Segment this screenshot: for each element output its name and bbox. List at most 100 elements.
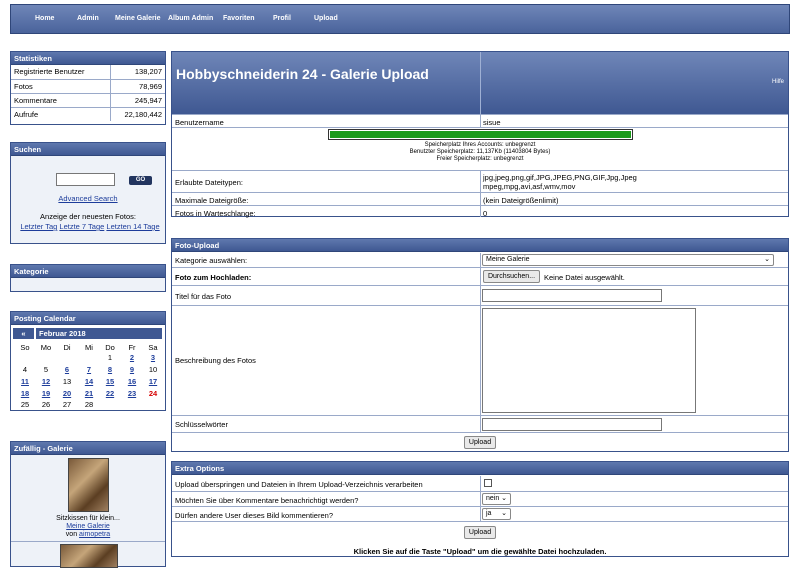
option-notify-value: nein [486,495,500,502]
calendar-day-link[interactable]: 22 [102,389,118,398]
calendar-day-link[interactable]: 20 [59,389,75,398]
divider [480,306,481,415]
photo-title-input[interactable] [482,289,662,302]
category-panel: Kategorie [10,264,166,292]
search-go-button[interactable]: GO [129,176,152,185]
quota-free: Freier Speicherplatz: unbegrenzt [436,156,524,162]
random-gallery-title: Zufällig - Galerie [11,442,165,455]
search-title: Suchen [11,143,165,156]
divider [480,206,481,217]
option-skip-checkbox[interactable] [484,479,492,487]
help-link[interactable]: Hilfe [772,79,784,85]
top-navigation: Home Admin Meine Galerie Album Admin Fav… [10,4,790,34]
chevron-down-icon: ⌄ [764,256,770,263]
random-photo-caption: Sitzkissen für klein... [56,515,120,522]
divider [480,253,481,267]
random-photo-album-link[interactable]: Meine Galerie [66,523,110,530]
nav-meine-galerie[interactable]: Meine Galerie [115,15,161,22]
calendar-day-link[interactable]: 11 [17,377,33,386]
queue-value: 0 [483,209,488,218]
filetypes-row: Erlaubte Dateitypen: jpg,jpeg,png,gif,JP… [172,170,788,192]
search-input[interactable] [56,173,115,186]
weekday: Do [105,343,115,352]
category-select[interactable]: Meine Galerie ⌄ [482,254,774,266]
nav-admin[interactable]: Admin [77,15,99,22]
stat-value: 138,207 [109,65,165,79]
extra-upload-row: Upload [172,521,788,541]
nav-home[interactable]: Home [35,15,54,22]
calendar-day-link[interactable]: 18 [17,389,33,398]
calendar-day-link[interactable]: 12 [38,377,54,386]
calendar-day: 25 [20,400,30,409]
calendar-day-link[interactable]: 3 [145,353,161,362]
calendar-day-link[interactable]: 17 [145,377,161,386]
photo-upload-panel: Foto-Upload Kategorie auswählen: Meine G… [171,238,789,452]
username-label: Benutzername [175,118,224,127]
calendar-day-link[interactable]: 8 [102,365,118,374]
photo-upload-title: Foto-Upload [172,239,788,252]
description-textarea[interactable] [482,308,696,413]
option-comments-value: ja [486,510,492,517]
calendar-day-link[interactable]: 7 [81,365,97,374]
upload-hint: Klicken Sie auf die Taste "Upload" um di… [353,547,607,556]
link-last-7-days[interactable]: Letzte 7 Tage [59,222,104,231]
nav-album-admin[interactable]: Album Admin [168,15,213,22]
calendar-day-link[interactable]: 14 [81,377,97,386]
stat-label: Aufrufe [11,106,110,121]
divider [480,416,481,432]
upload-button-row: Upload [172,432,788,451]
stat-value: 245,947 [109,92,165,107]
divider [480,286,481,305]
filetypes-label: Erlaubte Dateitypen: [175,178,243,187]
calendar-day-link[interactable]: 2 [124,353,140,362]
queue-row: Fotos in Warteschlange: 0 [172,205,788,218]
divider [480,115,481,127]
option-skip-row: Upload überspringen und Dateien in Ihrem… [172,476,788,491]
storage-progress-bar [328,129,633,140]
calendar-prev-button[interactable]: « [13,328,34,339]
calendar-day: 13 [62,377,72,386]
calendar-day-link[interactable]: 9 [124,365,140,374]
photo-title-row: Titel für das Foto [172,285,788,305]
option-comments-row: Dürfen andere User dieses Bild kommentie… [172,506,788,521]
weekday: Mo [40,343,52,352]
link-last-14-days[interactable]: Letzten 14 Tage [106,222,159,231]
calendar-day: 26 [41,400,51,409]
calendar-day-link[interactable]: 21 [81,389,97,398]
random-photo-user-link[interactable]: aimopetra [79,531,110,538]
stat-label: Registrierte Benutzer [14,67,85,77]
browse-button[interactable]: Durchsuchen... [483,270,540,283]
nav-favoriten[interactable]: Favoriten [223,15,255,22]
link-last-day[interactable]: Letzter Tag [20,222,57,231]
stat-value: 78,969 [109,78,165,93]
extra-upload-button[interactable]: Upload [464,526,496,539]
posting-calendar-panel: Posting Calendar « Februar 2018 So Mo Di… [10,311,166,411]
calendar-day-link[interactable]: 6 [59,365,75,374]
upload-button[interactable]: Upload [464,436,496,449]
chevron-down-icon: ⌄ [501,510,507,517]
option-comments-label: Dürfen andere User dieses Bild kommentie… [175,511,333,520]
filetypes-value: jpg,jpeg,png,gif,JPG,JPEG,PNG,GIF,Jpg,Jp… [483,173,637,191]
calendar-day-link[interactable]: 16 [124,377,140,386]
search-panel: Suchen GO Advanced Search Anzeige der ne… [10,142,166,244]
calendar-day: 27 [62,400,72,409]
random-photo-thumbnail[interactable] [68,458,109,512]
photo-title-label: Titel für das Foto [175,292,231,301]
advanced-search-link[interactable]: Advanced Search [11,194,165,203]
category-row: Kategorie auswählen: Meine Galerie ⌄ [172,253,788,267]
calendar-day-link[interactable]: 23 [124,389,140,398]
divider [480,268,481,285]
keywords-input[interactable] [482,418,662,431]
option-notify-label: Möchten Sie über Kommentare benachrichti… [175,496,359,505]
calendar-day-link[interactable]: 15 [102,377,118,386]
nav-profil[interactable]: Profil [273,15,291,22]
option-notify-select[interactable]: nein ⌄ [482,493,511,505]
chevron-down-icon: ⌄ [501,495,507,502]
stat-value: 22,180,442 [109,106,165,121]
upload-info-panel: Hobbyschneiderin 24 - Galerie Upload Hil… [171,51,789,218]
option-comments-select[interactable]: ja ⌄ [482,508,511,520]
random-photo-thumbnail-2[interactable] [60,544,118,568]
stat-label: Kommentare [11,92,110,107]
nav-upload[interactable]: Upload [314,15,338,22]
calendar-day-link[interactable]: 19 [38,389,54,398]
